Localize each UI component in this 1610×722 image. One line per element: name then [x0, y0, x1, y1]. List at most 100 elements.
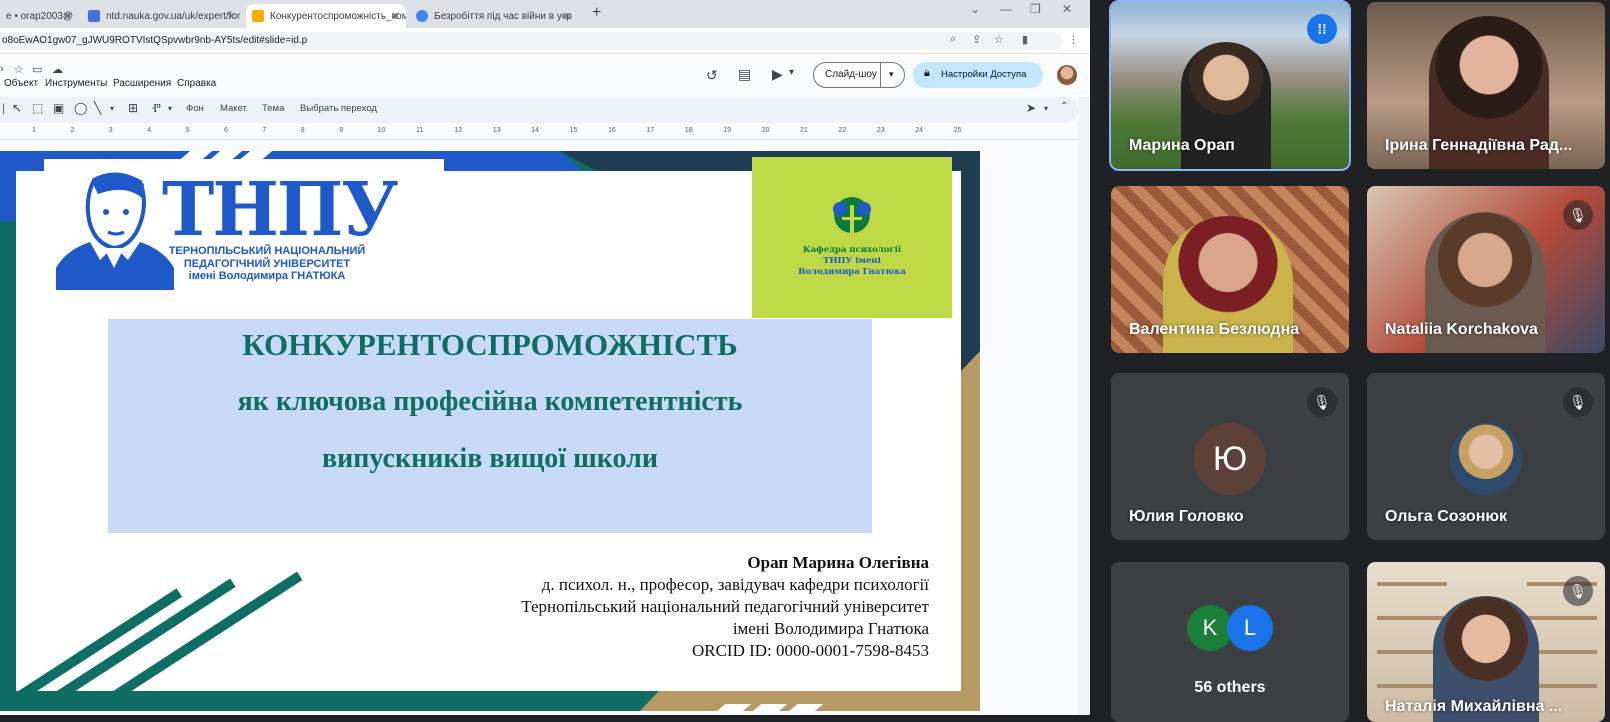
ruler-number: 9	[339, 127, 344, 134]
participant-name: Ірина Геннадіївна Рад...	[1385, 137, 1573, 154]
url-field[interactable]: o8oEwAO1gw07_gJWU9ROTVIstQSpvwbr9nb-AY5t…	[0, 32, 1062, 50]
chevron-down-icon[interactable]: ▾	[1044, 104, 1048, 113]
slide-title: КОНКУРЕНТОСПРОМОЖНІСТЬ	[242, 327, 738, 362]
participant-name: Валентина Безлюдна	[1129, 321, 1300, 338]
menu-object[interactable]: Объект	[4, 78, 38, 89]
chevron-down-icon[interactable]: ▾	[168, 104, 172, 113]
select-cursor-icon[interactable]: ↖	[12, 101, 22, 115]
chevron-down-icon[interactable]: ▾	[889, 69, 894, 80]
participant-tile[interactable]: ⁞⁞ Марина Орап	[1109, 0, 1351, 171]
slide-subtitle-line: випускників вищої школи	[322, 443, 658, 474]
participant-tile[interactable]: Ірина Геннадіївна Рад...	[1367, 2, 1605, 169]
tab-gmail[interactable]: е • orap2003@ ✕	[0, 4, 78, 28]
pen-icon[interactable]: ➤	[1026, 101, 1036, 115]
participant-avatar: L	[1227, 605, 1273, 651]
author-orcid: ORCID ID: 0000-0001-7598-8453	[691, 641, 929, 660]
participant-tile[interactable]: 🎙︎ Nataliia Korchakova	[1367, 186, 1605, 353]
mic-off-icon: 🎙︎	[1563, 387, 1593, 417]
browser-window: е • orap2003@ ✕ ntd.nauka.gov.ua/uk/expe…	[0, 0, 1090, 715]
tab-strip: е • orap2003@ ✕ ntd.nauka.gov.ua/uk/expe…	[0, 0, 1090, 28]
theme-button[interactable]: Тема	[262, 103, 284, 114]
ruler-number: 16	[608, 127, 616, 134]
menu-tools[interactable]: Инструменты	[45, 78, 107, 89]
chevron-down-icon[interactable]: ▾	[789, 67, 794, 78]
ruler-number: 24	[915, 127, 923, 134]
share-page-icon[interactable]: ⇪	[972, 33, 981, 46]
menu-extensions[interactable]: Расширения	[113, 78, 171, 89]
mic-off-icon: 🎙︎	[1563, 200, 1593, 230]
zoom-icon[interactable]: ⌕	[950, 33, 956, 46]
account-avatar[interactable]	[1057, 65, 1077, 85]
ruler-number: 4	[147, 127, 152, 134]
portrait-logo	[56, 172, 174, 290]
mic-off-icon: 🎙︎	[1563, 576, 1593, 606]
ruler-number: 15	[569, 127, 578, 134]
collapse-icon[interactable]: ⌃	[1060, 101, 1068, 112]
ruler-number: 19	[723, 127, 731, 134]
slideshow-label: Слайд-шоу	[825, 69, 877, 80]
comment-add-icon[interactable]: ⊞	[128, 101, 138, 115]
author-affiliation: Тернопільський національний педагогічний…	[521, 597, 929, 616]
image-icon[interactable]: ▣	[53, 101, 64, 115]
menu-help[interactable]: Справка	[177, 78, 216, 89]
minimize-icon[interactable]: —	[1000, 2, 1012, 16]
move-icon[interactable]: ›	[0, 63, 4, 75]
department-line: Кафедра психології	[802, 245, 902, 255]
participant-tile[interactable]: 🎙︎ Ю Юлия Головко	[1111, 373, 1349, 540]
folder-icon[interactable]: ▭	[32, 63, 42, 76]
chevron-down-icon[interactable]: ⌄	[970, 2, 980, 16]
tab-label: ntd.nauka.gov.ua/uk/expert/for	[106, 10, 241, 22]
new-tab-icon[interactable]: +	[592, 4, 601, 22]
author-block: Орап Марина Олегівна д. психол. н., проф…	[400, 552, 929, 662]
participant-tile[interactable]: Валентина Безлюдна	[1111, 186, 1349, 353]
chevron-down-icon[interactable]: ▾	[110, 104, 114, 113]
tab-slides[interactable]: Конкурентоспроможність_ком ✕	[246, 4, 406, 28]
participant-name: Юлия Головко	[1129, 508, 1244, 525]
background-button[interactable]: Фон	[186, 103, 204, 114]
cloud-icon[interactable]: ☁	[52, 63, 63, 76]
share-label: Настройки Доступа	[941, 69, 1027, 80]
restore-icon[interactable]: ❐	[1030, 2, 1041, 16]
department-logo-box: Кафедра психології ТНПУ імені Володимира…	[752, 157, 952, 318]
tab-google[interactable]: Безробіття під час війни в укр ✕	[410, 4, 578, 28]
title-box: КОНКУРЕНТОСПРОМОЖНІСТЬ як ключова профес…	[108, 319, 872, 533]
share-button[interactable]: 🔒︎ Настройки Доступа	[913, 62, 1043, 88]
close-icon[interactable]: ✕	[391, 10, 400, 23]
close-icon[interactable]: ✕	[563, 10, 572, 23]
others-tile[interactable]: K L 56 others	[1111, 562, 1349, 722]
google-favicon-icon	[416, 10, 428, 22]
bookmark-star-icon[interactable]: ☆	[994, 33, 1004, 46]
slide-subtitle-line: як ключова професійна компетентність	[237, 386, 743, 417]
speaking-indicator-icon: ⁞⁞	[1307, 14, 1337, 44]
more-menu-icon[interactable]: ⋮	[1068, 33, 1079, 46]
close-icon[interactable]: ✕	[63, 10, 72, 23]
department-name: Кафедра психології ТНПУ імені Володимира…	[752, 245, 952, 278]
paint-format-icon[interactable]: Ⱂ	[152, 101, 161, 116]
comments-icon[interactable]: ▤	[738, 66, 751, 83]
transition-button[interactable]: Выбрать переход	[300, 103, 377, 114]
history-icon[interactable]: ↺	[706, 67, 718, 84]
close-window-icon[interactable]: ✕	[1062, 2, 1072, 16]
tab-ntd[interactable]: ntd.nauka.gov.ua/uk/expert/for ✕	[82, 4, 242, 28]
ruler-number: 13	[492, 127, 501, 134]
ruler-number: 5	[185, 127, 190, 134]
slideshow-button[interactable]: Слайд-шоу ▾	[813, 62, 905, 88]
video-call-icon[interactable]: ▶	[772, 66, 783, 83]
participant-tile[interactable]: 🎙︎ Наталія Михайлівна ...	[1367, 562, 1605, 722]
line-icon[interactable]: ╲	[94, 101, 101, 115]
ruler-number: 1	[32, 127, 36, 134]
vertical-scrollbar[interactable]	[1078, 97, 1090, 715]
shape-icon[interactable]: ◯	[74, 101, 87, 115]
ruler-number: 11	[416, 127, 424, 134]
close-icon[interactable]: ✕	[227, 10, 236, 23]
site-favicon-icon	[88, 10, 100, 22]
star-icon[interactable]: ☆	[14, 63, 24, 76]
ruler-number: 12	[454, 127, 463, 134]
ruler: 1 2 3 4 5 6 7 8 9 10 11 12 13 14 15 16 17 18 19 20 21 22 23 24 2…	[0, 126, 1078, 140]
layout-button[interactable]: Макет	[220, 103, 247, 114]
participant-tile[interactable]: 🎙︎ Ольга Созонюк	[1367, 373, 1605, 540]
toolbar: | ↖ ⬚ ▣ ◯ ╲ ▾ ⊞ Ⱂ ▾ Фон Макет Тема Выбра…	[0, 97, 1078, 123]
select-frame-icon[interactable]: ⬚	[32, 101, 43, 115]
side-panel-icon[interactable]: ▮	[1022, 33, 1028, 46]
participant-avatar: Ю	[1194, 423, 1266, 495]
